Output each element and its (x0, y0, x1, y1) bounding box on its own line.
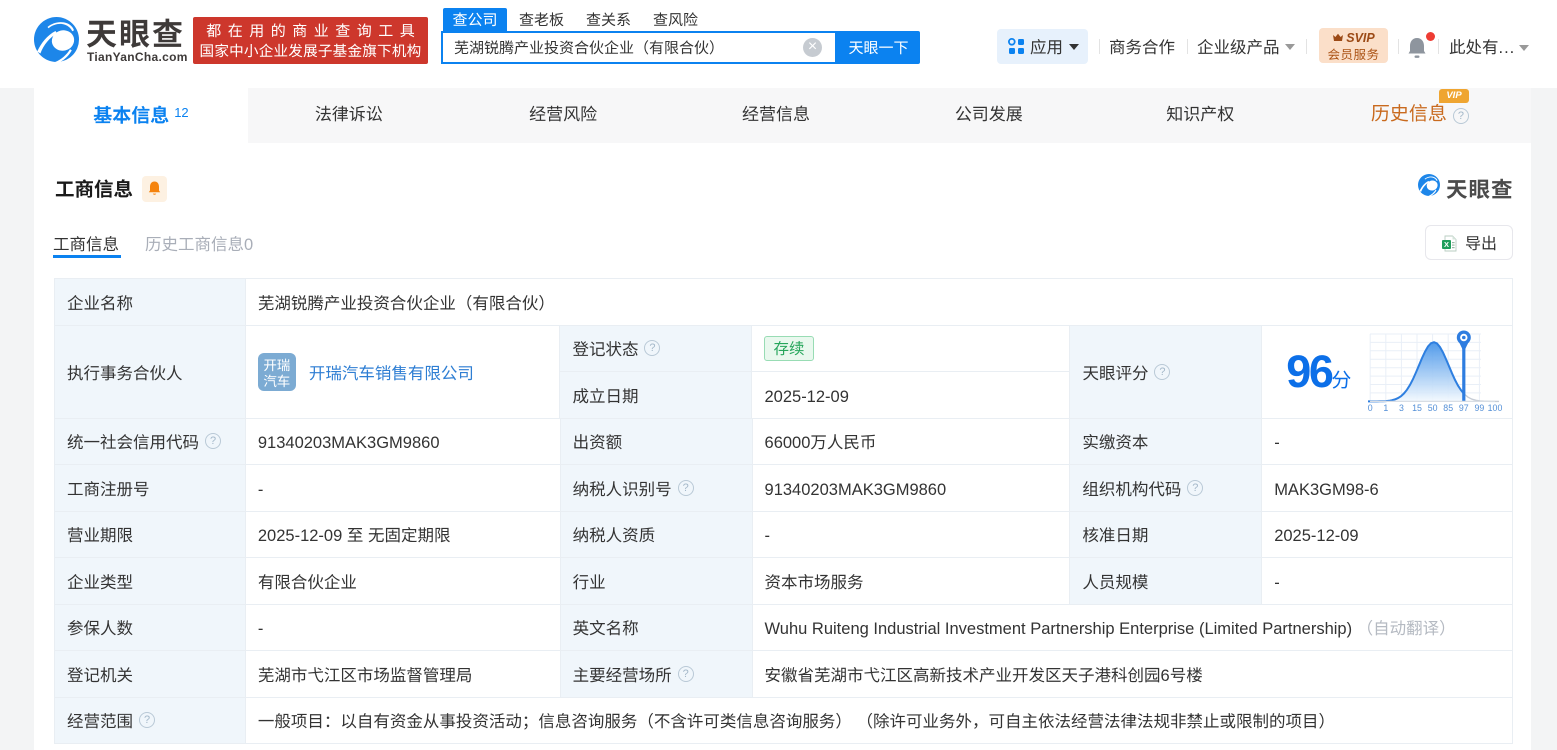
svg-text:1: 1 (1384, 403, 1389, 413)
svg-text:15: 15 (1412, 403, 1422, 413)
svg-text:0: 0 (1368, 403, 1373, 413)
svg-text:99: 99 (1475, 403, 1485, 413)
svg-text:85: 85 (1444, 403, 1454, 413)
svg-text:97: 97 (1459, 403, 1469, 413)
svg-text:50: 50 (1428, 403, 1438, 413)
svg-text:3: 3 (1399, 403, 1404, 413)
svg-text:X: X (1444, 240, 1449, 249)
svg-text:100: 100 (1488, 403, 1503, 413)
